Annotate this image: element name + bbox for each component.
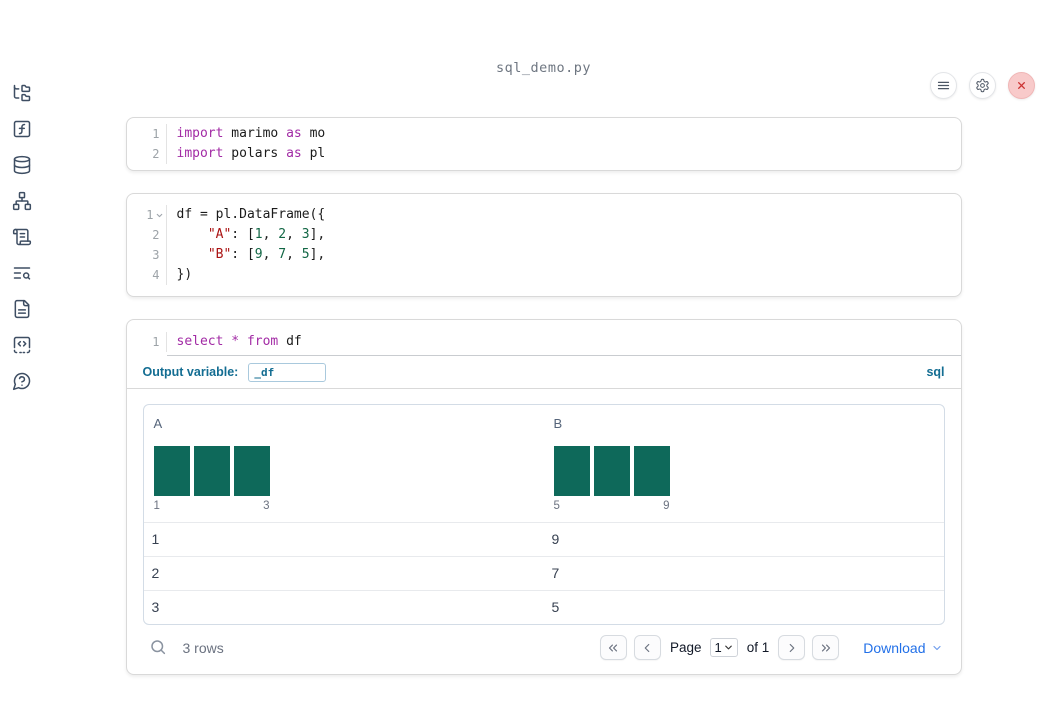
download-button[interactable]: Download <box>863 640 942 656</box>
notebook-filename: sql_demo.py <box>496 60 591 76</box>
histogram-bar <box>193 446 230 496</box>
first-page-button[interactable] <box>599 635 627 660</box>
code-editor[interactable]: import marimo as mo import polars as pl <box>167 124 961 164</box>
code-line: "B": [9, 7, 5], <box>207 247 326 262</box>
chevrons-right-icon <box>821 644 830 651</box>
column-header-b[interactable]: B 5 9 <box>544 405 944 522</box>
code-line: import polars as pl <box>176 146 326 161</box>
file-explorer-icon[interactable] <box>12 83 32 103</box>
data-table: A 1 3 B 5 9 1 9 2 7 3 5 <box>142 404 945 625</box>
histogram-max-label: 9 <box>663 500 670 512</box>
column-label: B <box>553 416 563 431</box>
language-badge: sql <box>926 365 945 379</box>
code-editor[interactable]: df = pl.DataFrame({ "A": [1, 2, 3], "B":… <box>167 205 961 285</box>
page-of-label: of 1 <box>746 640 770 655</box>
line-number-gutter: 1 2 <box>127 124 167 164</box>
histogram-bar <box>553 446 590 496</box>
histogram-bar <box>593 446 630 496</box>
row-count: 3 rows <box>182 639 224 656</box>
output-variable-input[interactable] <box>248 362 327 382</box>
snippets-icon[interactable] <box>12 335 32 355</box>
left-sidebar <box>0 60 44 713</box>
table-footer: 3 rows Page 1 of 1 Download <box>143 635 945 664</box>
sql-cell[interactable]: 1 select * from df Output variable: sql … <box>125 319 962 675</box>
previous-page-button[interactable] <box>633 635 661 660</box>
chevron-down-icon <box>932 645 941 650</box>
hamburger-menu-icon <box>937 81 950 90</box>
histogram-min-label: 5 <box>553 500 560 512</box>
code-line: }) <box>176 267 193 282</box>
histogram-bar <box>153 446 190 496</box>
notebook: 1 2 import marimo as mo import polars as… <box>125 117 962 675</box>
output-variable-label: Output variable: <box>142 365 239 379</box>
page-label: Page <box>669 640 702 655</box>
histogram-bar <box>233 446 270 496</box>
line-number-gutter: 1 <box>127 332 167 352</box>
histogram: 1 3 <box>153 446 536 512</box>
code-line: import marimo as mo <box>176 126 326 141</box>
settings-gear-icon <box>976 78 989 93</box>
close-x-icon <box>1018 82 1025 89</box>
search-logs-icon[interactable] <box>12 263 32 283</box>
search-icon[interactable] <box>149 638 169 658</box>
code-line: "A": [1, 2, 3], <box>207 227 326 242</box>
table-cell: 5 <box>551 599 560 615</box>
table-cell: 2 <box>151 565 160 581</box>
code-line: df = pl.DataFrame({ <box>176 207 326 222</box>
next-page-button[interactable] <box>778 635 806 660</box>
column-label: A <box>153 416 163 431</box>
chevrons-left-icon <box>609 644 618 651</box>
table-cell: 3 <box>151 599 160 615</box>
chevron-left-icon <box>645 643 650 652</box>
histogram-min-label: 1 <box>153 500 160 512</box>
page-select[interactable]: 1 <box>710 638 738 657</box>
pagination: Page 1 of 1 <box>599 635 840 660</box>
shutdown-button[interactable] <box>1008 72 1035 99</box>
dependency-graph-icon[interactable] <box>12 191 32 211</box>
sql-editor[interactable]: select * from df <box>167 332 961 352</box>
help-icon[interactable] <box>12 371 32 391</box>
table-row[interactable]: 2 7 <box>143 557 944 591</box>
cell-output: A 1 3 B 5 9 1 9 2 7 3 5 3 rows Page 1 of… <box>126 388 961 674</box>
table-header: A 1 3 B 5 9 <box>143 405 944 523</box>
chevron-right-icon <box>789 643 795 652</box>
last-page-button[interactable] <box>812 635 840 660</box>
line-number-gutter: 1 2 3 4 <box>127 205 167 285</box>
code-cell-dataframe[interactable]: 1 2 3 4 df = pl.DataFrame({ "A": [1, 2, … <box>125 193 962 297</box>
chevron-down-icon <box>724 645 732 650</box>
histogram: 5 9 <box>553 446 936 512</box>
table-cell: 1 <box>151 531 160 547</box>
variables-icon[interactable] <box>12 119 32 139</box>
histogram-bar <box>633 446 670 496</box>
column-header-a[interactable]: A 1 3 <box>144 405 544 522</box>
code-cell-imports[interactable]: 1 2 import marimo as mo import polars as… <box>125 117 962 171</box>
logs-icon[interactable] <box>12 227 32 247</box>
table-cell: 9 <box>551 531 560 547</box>
settings-button[interactable] <box>969 72 996 99</box>
table-row[interactable]: 3 5 <box>144 591 944 624</box>
datasets-icon[interactable] <box>12 155 32 175</box>
documentation-icon[interactable] <box>12 299 32 319</box>
fold-chevron-icon[interactable] <box>155 211 164 220</box>
table-row[interactable]: 1 9 <box>143 523 944 557</box>
code-line: select * from df <box>176 334 302 349</box>
histogram-max-label: 3 <box>263 500 270 512</box>
window-toolbar <box>930 72 1035 99</box>
hamburger-menu-button[interactable] <box>930 72 957 99</box>
output-variable-row: Output variable: sql <box>127 356 961 388</box>
table-cell: 7 <box>551 565 560 581</box>
